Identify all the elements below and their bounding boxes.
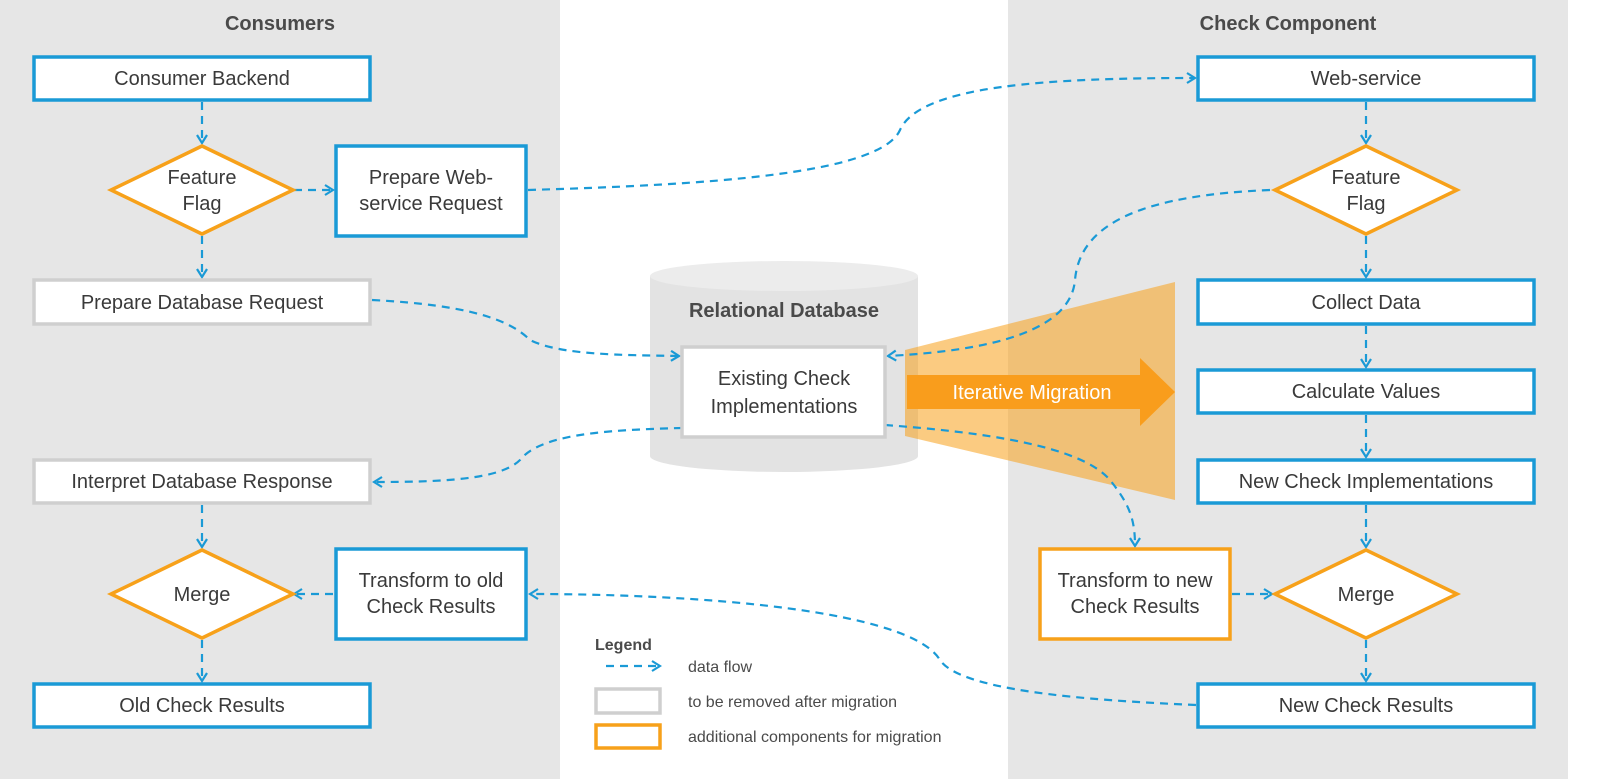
svg-text:Flag: Flag — [183, 193, 222, 215]
svg-text:Prepare Database Request: Prepare Database Request — [81, 292, 324, 314]
svg-text:Existing Check: Existing Check — [718, 368, 851, 390]
new-check-implementations-box[interactable]: New Check Implementations — [1196, 458, 1536, 505]
database-title: Relational Database — [689, 300, 879, 322]
iterative-migration-label: Iterative Migration — [953, 382, 1112, 404]
legend-additional: additional components for migration — [688, 729, 941, 746]
svg-text:Merge: Merge — [174, 584, 231, 606]
legend-removed-swatch — [594, 687, 662, 715]
transform-new-results-box[interactable]: Transform to new Check Results — [1038, 547, 1232, 641]
svg-text:Web-service: Web-service — [1311, 68, 1422, 90]
svg-text:Consumer Backend: Consumer Backend — [114, 68, 290, 90]
legend-data-flow: data flow — [688, 659, 752, 676]
svg-text:Flag: Flag — [1347, 193, 1386, 215]
old-check-results-box[interactable]: Old Check Results — [32, 682, 372, 729]
svg-text:Feature: Feature — [1332, 167, 1401, 189]
consumers-panel — [0, 0, 560, 779]
svg-text:Prepare Web-: Prepare Web- — [369, 167, 493, 189]
legend-title: Legend — [595, 637, 652, 654]
svg-text:New Check Implementations: New Check Implementations — [1239, 471, 1494, 493]
svg-text:Implementations: Implementations — [711, 396, 858, 418]
svg-text:service Request: service Request — [359, 193, 503, 215]
transform-old-results-box[interactable]: Transform to old Check Results — [334, 547, 528, 641]
calculate-values-box[interactable]: Calculate Values — [1196, 368, 1536, 415]
svg-text:Interpret Database Response: Interpret Database Response — [71, 471, 332, 493]
consumers-title: Consumers — [225, 13, 335, 35]
svg-text:Check Results: Check Results — [1071, 596, 1200, 618]
existing-check-implementations-box[interactable]: Existing Check Implementations — [680, 345, 887, 439]
interpret-database-response-box[interactable]: Interpret Database Response — [32, 458, 372, 505]
legend-additional-swatch — [594, 723, 662, 750]
new-check-results-box[interactable]: New Check Results — [1196, 682, 1536, 729]
prepare-webservice-request-box[interactable]: Prepare Web-service Request — [334, 144, 528, 238]
collect-data-box[interactable]: Collect Data — [1196, 278, 1536, 326]
webservice-box[interactable]: Web-service — [1196, 55, 1536, 102]
legend-removed: to be removed after migration — [688, 694, 897, 711]
check-component-title: Check Component — [1200, 13, 1377, 35]
svg-text:New Check Results: New Check Results — [1279, 695, 1454, 717]
svg-text:Transform to old: Transform to old — [359, 570, 504, 592]
consumer-backend-box[interactable]: Consumer Backend — [32, 55, 372, 102]
svg-text:Feature: Feature — [168, 167, 237, 189]
svg-text:Collect Data: Collect Data — [1312, 292, 1422, 314]
legend: Legend data flow to be removed after mig… — [594, 637, 941, 750]
svg-text:Check Results: Check Results — [367, 596, 496, 618]
svg-text:Old Check Results: Old Check Results — [119, 695, 285, 717]
svg-text:Transform to new: Transform to new — [1058, 570, 1213, 592]
svg-text:Merge: Merge — [1338, 584, 1395, 606]
prepare-database-request-box[interactable]: Prepare Database Request — [32, 278, 372, 326]
svg-text:Calculate Values: Calculate Values — [1292, 381, 1441, 403]
migration-diagram: Consumers Check Component Relational Dat… — [0, 0, 1568, 779]
